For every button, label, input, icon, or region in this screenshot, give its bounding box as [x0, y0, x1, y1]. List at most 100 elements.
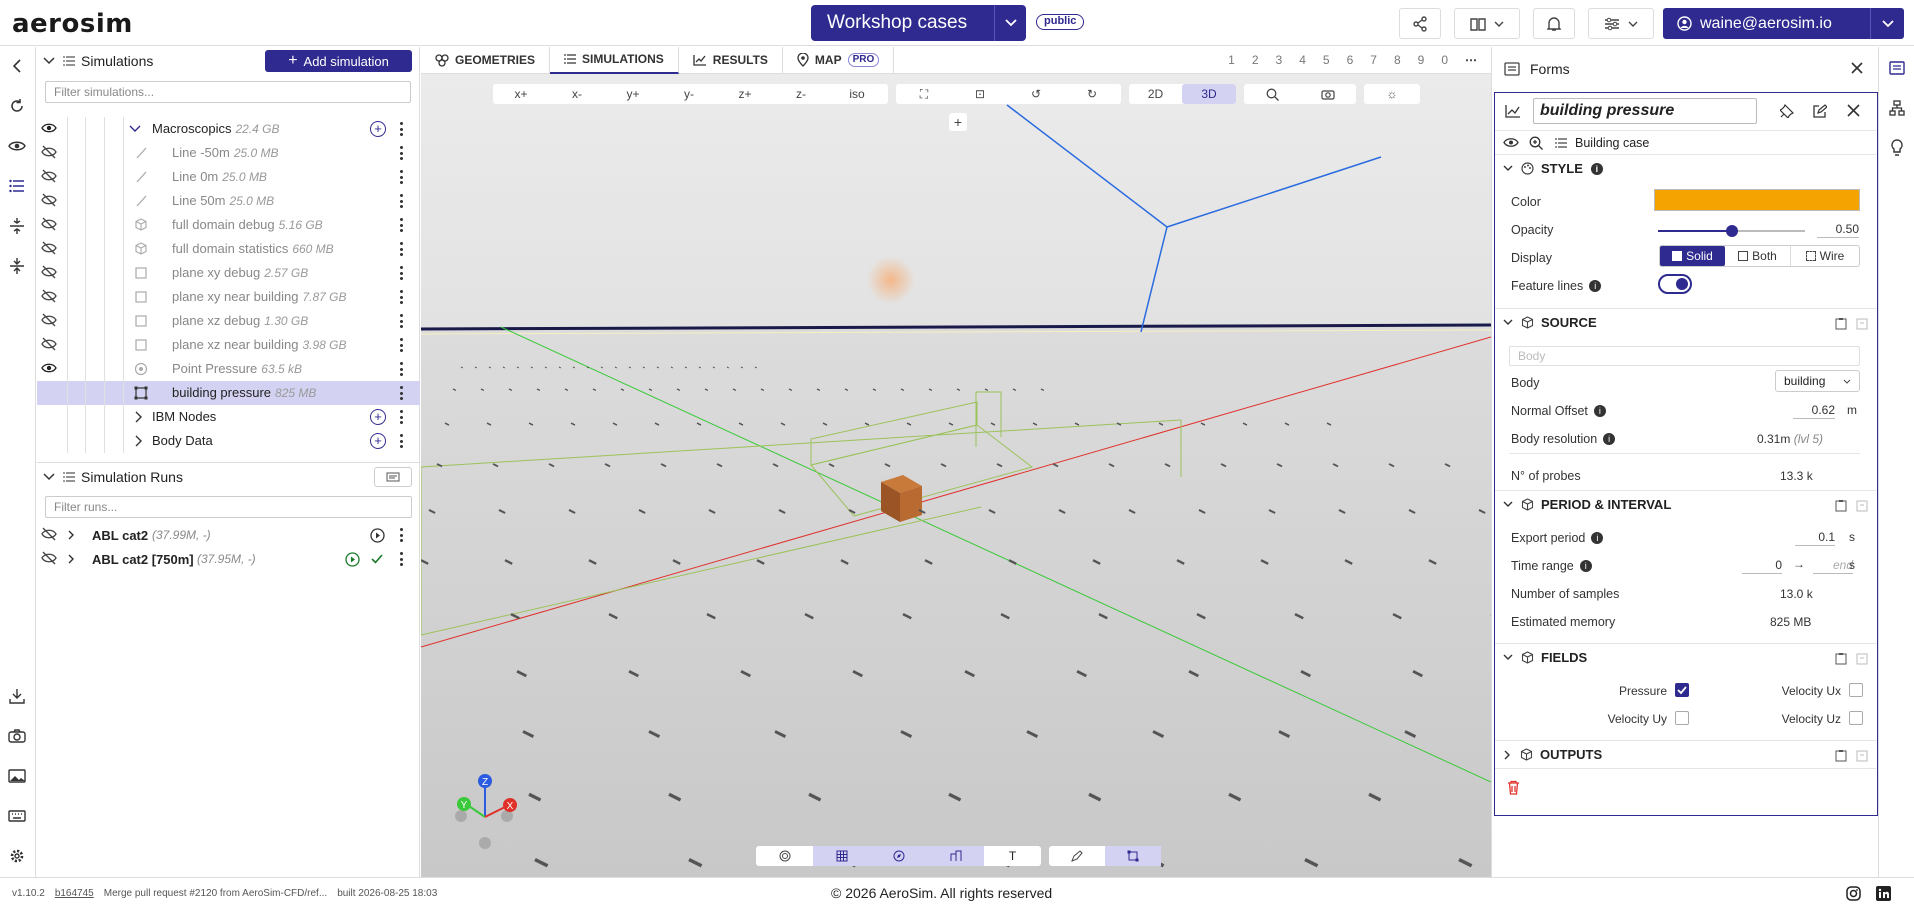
lightbulb-icon[interactable]	[1886, 137, 1908, 159]
display-both-button[interactable]: Both	[1725, 246, 1791, 266]
chevron-right-icon[interactable]	[131, 410, 145, 424]
copy-icon[interactable]	[1835, 749, 1847, 762]
select-nodes-icon[interactable]	[1105, 846, 1161, 866]
eye-off-icon[interactable]	[41, 289, 57, 303]
3d-scene[interactable]: Z Y X	[421, 47, 1491, 877]
more-icon[interactable]	[399, 314, 403, 328]
info-icon[interactable]: i	[1590, 162, 1603, 175]
tree-item[interactable]: Body Data +	[37, 429, 420, 453]
export-period-input[interactable]: 0.1	[1795, 530, 1835, 546]
tree-item[interactable]: plane xy near building 7.87 GB	[37, 285, 420, 309]
more-icon[interactable]	[399, 242, 403, 256]
body-select-placeholder[interactable]: Body	[1509, 346, 1860, 366]
share-button[interactable]	[1399, 8, 1441, 39]
info-icon[interactable]: i	[1603, 433, 1616, 445]
more-icon[interactable]	[399, 338, 403, 352]
tree-item[interactable]: plane xz near building 3.98 GB	[37, 333, 420, 357]
mode-2d-button[interactable]: 2D	[1129, 84, 1182, 104]
fit-view-icon[interactable]: ⛶	[896, 84, 952, 104]
tab-map[interactable]: MAP PRO	[783, 47, 895, 74]
user-menu[interactable]: waine@aerosim.io	[1663, 8, 1904, 39]
fields-section-header[interactable]: FIELDS	[1495, 643, 1876, 671]
body-select[interactable]: building	[1775, 370, 1860, 392]
add-simulation-button[interactable]: + Add simulation	[265, 50, 412, 72]
collapse-vertical-icon[interactable]	[6, 255, 28, 277]
tab-simulations[interactable]: SIMULATIONS	[550, 47, 679, 74]
outputs-section-header[interactable]: OUTPUTS	[1495, 740, 1876, 768]
buildings-icon[interactable]	[927, 846, 984, 866]
color-swatch[interactable]	[1654, 189, 1860, 211]
style-section-header[interactable]: STYLE i	[1495, 154, 1876, 182]
opacity-value[interactable]: 0.50	[1817, 222, 1859, 238]
more-icon[interactable]	[399, 218, 403, 232]
tree-item[interactable]: plane xy debug 2.57 GB	[37, 261, 420, 285]
velocity-uz-checkbox[interactable]	[1849, 711, 1863, 725]
form-name-field[interactable]: building pressure	[1533, 98, 1757, 124]
tree-item[interactable]: Point Pressure 63.5 kB	[37, 357, 420, 381]
more-icon[interactable]	[399, 170, 403, 184]
commit-hash[interactable]: b164745	[55, 888, 94, 899]
paste-icon[interactable]	[1856, 749, 1868, 762]
gear-icon[interactable]	[6, 845, 28, 867]
more-icon[interactable]	[399, 528, 403, 542]
layer-9[interactable]: 9	[1418, 53, 1425, 67]
search-icon[interactable]	[1244, 84, 1300, 104]
plus-circle-icon[interactable]: +	[370, 409, 386, 425]
chevron-down-icon[interactable]	[994, 5, 1026, 41]
eye-off-icon[interactable]	[41, 313, 57, 327]
docs-menu-button[interactable]	[1454, 8, 1520, 39]
sun-icon[interactable]: ☼	[1364, 84, 1420, 104]
edit-icon[interactable]	[1813, 104, 1827, 118]
plus-circle-icon[interactable]: +	[370, 433, 386, 449]
info-icon[interactable]: i	[1591, 532, 1604, 544]
mode-3d-button[interactable]: 3D	[1182, 84, 1236, 104]
layer-1[interactable]: 1	[1228, 53, 1235, 67]
more-icon[interactable]	[399, 194, 403, 208]
pressure-checkbox[interactable]	[1675, 683, 1689, 697]
paste-icon[interactable]	[1856, 652, 1868, 665]
rotate-left-icon[interactable]: ↺	[1008, 84, 1064, 104]
compare-runs-button[interactable]	[374, 467, 412, 487]
layer-2[interactable]: 2	[1252, 53, 1259, 67]
collapse-left-icon[interactable]	[6, 55, 28, 77]
tree-item[interactable]: building pressure 825 MB	[37, 381, 420, 405]
feature-lines-toggle[interactable]	[1658, 274, 1692, 294]
text-tool-icon[interactable]: T	[984, 846, 1041, 866]
eye-off-icon[interactable]	[41, 145, 57, 159]
hierarchy-icon[interactable]	[1886, 97, 1908, 119]
add-button[interactable]: +	[949, 113, 967, 131]
velocity-uy-checkbox[interactable]	[1675, 711, 1689, 725]
paste-icon[interactable]	[1856, 317, 1868, 330]
eye-icon[interactable]	[6, 135, 28, 157]
time-start-input[interactable]: 0	[1742, 558, 1782, 574]
copy-icon[interactable]	[1835, 652, 1847, 665]
rotate-right-icon[interactable]: ↻	[1064, 84, 1120, 104]
view-y-plus-button[interactable]: y+	[605, 84, 661, 104]
layer-3[interactable]: 3	[1276, 53, 1283, 67]
tree-item[interactable]: Line -50m 25.0 MB	[37, 141, 420, 165]
linkedin-icon[interactable]	[1876, 886, 1891, 901]
more-icon[interactable]	[399, 552, 403, 566]
camera-icon[interactable]	[6, 725, 28, 747]
eye-off-icon[interactable]	[41, 169, 57, 183]
expand-vertical-icon[interactable]	[6, 215, 28, 237]
pencil-icon[interactable]	[1049, 846, 1105, 866]
tree-item[interactable]: IBM Nodes +	[37, 405, 420, 429]
download-icon[interactable]	[6, 685, 28, 707]
view-x-minus-button[interactable]: x-	[549, 84, 605, 104]
filter-simulations-input[interactable]: Filter simulations...	[45, 81, 411, 103]
plus-circle-icon[interactable]: +	[370, 121, 386, 137]
breadcrumb[interactable]: Building case	[1575, 136, 1649, 150]
info-icon[interactable]: i	[1579, 560, 1592, 572]
camera-icon[interactable]	[1300, 84, 1356, 104]
aerosim-logo[interactable]: aerosim	[12, 9, 133, 39]
layer-0[interactable]: 0	[1441, 53, 1448, 67]
instagram-icon[interactable]	[1846, 886, 1861, 901]
keyboard-icon[interactable]	[6, 805, 28, 827]
tree-item[interactable]: full domain debug 5.16 GB	[37, 213, 420, 237]
more-icon[interactable]	[399, 410, 403, 424]
pin-icon[interactable]	[1780, 104, 1794, 118]
view-y-minus-button[interactable]: y-	[661, 84, 717, 104]
chevron-down-icon[interactable]	[128, 122, 142, 136]
eye-off-icon[interactable]	[41, 265, 57, 279]
